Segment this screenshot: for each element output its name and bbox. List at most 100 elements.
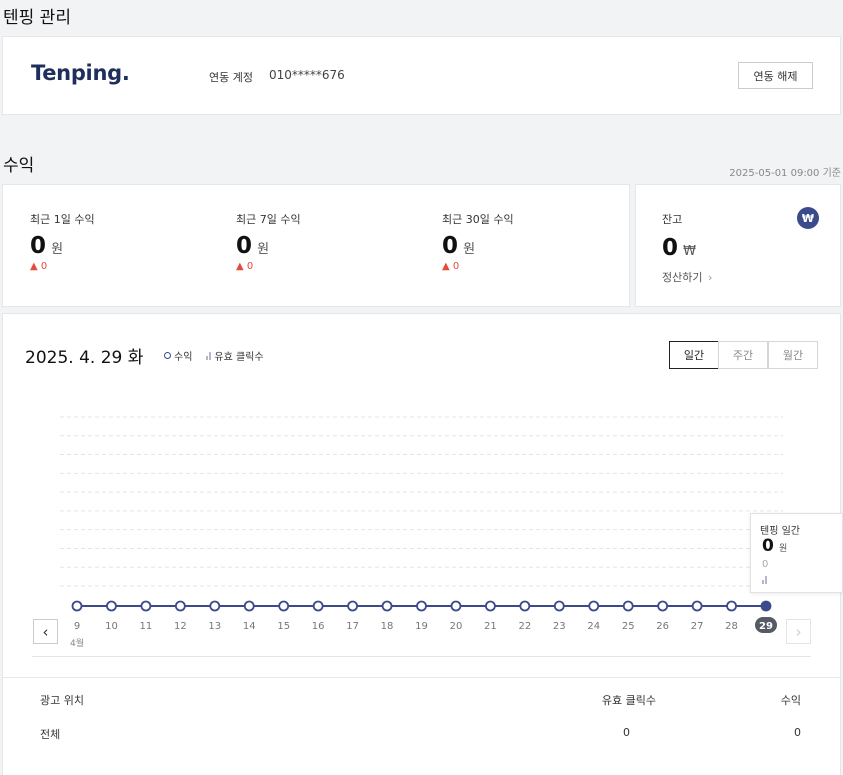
data-point[interactable] [484,600,496,612]
caret-up-icon: ▲ [236,261,244,272]
earnings-timestamp: 2025-05-01 09:00 기준 [729,168,841,179]
x-tick-label: 9 [74,621,80,632]
stat-1day: 최근 1일 수익 0 원 ▲ 0 [30,211,95,272]
x-tick-label: 28 [725,621,738,632]
earnings-title: 수익 [3,156,35,176]
balance-value: 0 [662,235,679,261]
stat-30day: 최근 30일 수익 0 원 ▲ 0 [442,211,514,272]
x-tick-label: 29 [759,621,773,632]
page-title: 텐핑 관리 [3,8,71,28]
chart-date: 2025. 4. 29 화 [25,348,144,368]
cell-clicks: 0 [623,726,630,739]
cell-revenue: 0 [794,726,801,739]
data-point[interactable] [243,600,255,612]
chart-next-button[interactable]: › [786,619,811,644]
stats-card: 최근 1일 수익 0 원 ▲ 0 최근 7일 수익 0 원 ▲ 0 최근 30일… [2,184,630,307]
data-point[interactable] [312,600,324,612]
x-tick-label: 18 [381,621,394,632]
data-point[interactable] [106,600,117,612]
unlink-button[interactable]: 연동 해제 [738,62,813,89]
bar-chart-icon [206,351,212,360]
data-point[interactable] [760,600,772,612]
settle-link[interactable]: 정산하기 › [662,269,712,285]
x-tick-label: 24 [587,621,600,632]
x-tick-label: 13 [208,621,221,632]
table-header-row: 광고 위치 유효 클릭수 수익 [0,692,843,710]
tooltip-value: 0 [762,536,774,556]
x-tick-label: 15 [277,621,290,632]
stat-change: 0 [452,261,460,272]
data-point[interactable] [519,600,531,612]
x-tick-label: 19 [415,621,428,632]
stat-value: 0 [442,233,459,259]
x-month-label: 4월 [70,637,84,649]
data-point[interactable] [622,600,634,612]
tooltip-title: 텐핑 일간 [760,526,800,537]
won-icon: ₩ [797,207,819,229]
legend-revenue: 수익 [174,352,193,363]
data-point[interactable] [381,600,393,612]
x-tick-label: 22 [518,621,531,632]
balance-card: 잔고 ₩ 0 ₩ 정산하기 › [635,184,841,307]
settle-link-label: 정산하기 [662,271,703,284]
stat-change: 0 [40,261,48,272]
x-tick-label: 11 [140,621,153,632]
stat-7day: 최근 7일 수익 0 원 ▲ 0 [236,211,301,272]
x-tick-label: 16 [312,621,325,632]
tab-daily[interactable]: 일간 [669,341,719,369]
table-divider [2,677,841,678]
data-point[interactable] [588,600,600,612]
balance-unit: ₩ [683,244,696,259]
tab-monthly[interactable]: 월간 [768,341,818,369]
stat-label: 최근 1일 수익 [30,213,95,226]
data-point[interactable] [691,600,703,612]
x-tick-label: 10 [105,621,118,632]
stat-unit: 원 [257,242,270,257]
data-point[interactable] [450,600,462,612]
data-point[interactable] [726,600,737,612]
stat-label: 최근 30일 수익 [442,213,514,226]
tooltip-clicks: 0 [762,559,769,570]
chart-prev-button[interactable]: ‹ [33,619,58,644]
stat-unit: 원 [463,242,476,257]
data-point[interactable] [140,600,152,612]
stat-unit: 원 [51,242,64,257]
caret-up-icon: ▲ [442,261,450,272]
chevron-right-icon: › [707,271,713,284]
x-tick-label: 14 [243,621,256,632]
data-point[interactable] [657,600,669,612]
chevron-right-icon: › [795,622,802,641]
chart-divider [32,656,811,657]
stat-change: 0 [246,261,254,272]
legend-clicks: 유효 클릭수 [214,352,264,363]
chevron-left-icon: ‹ [42,622,49,641]
tab-weekly[interactable]: 주간 [718,341,768,369]
column-header-location: 광고 위치 [40,694,84,707]
cell-location: 전체 [40,728,61,741]
stat-label: 최근 7일 수익 [236,213,301,226]
tenping-logo: Tenping. [31,61,130,85]
chart-legend: 수익 유효 클릭수 [164,348,264,363]
x-tick-label: 25 [622,621,635,632]
account-phone: 010*****676 [269,68,345,82]
column-header-clicks: 유효 클릭수 [601,694,656,707]
x-tick-label: 23 [553,621,566,632]
x-tick-label: 17 [346,621,359,632]
x-tick-label: 27 [691,621,704,632]
data-point[interactable] [416,600,427,612]
stat-value: 0 [30,233,47,259]
data-point[interactable] [71,600,83,612]
data-point[interactable] [347,600,359,612]
column-header-revenue: 수익 [780,694,801,707]
x-tick-label: 26 [656,621,669,632]
data-point[interactable] [278,600,290,612]
data-point[interactable] [553,600,565,612]
revenue-legend-icon [164,352,171,359]
caret-up-icon: ▲ [30,261,38,272]
data-point[interactable] [209,600,221,612]
balance-label: 잔고 [662,213,683,226]
account-card: Tenping. 연동 계정 010*****676 연동 해제 [2,36,841,115]
line-chart: 9 10 11 12 13 14 15 16 17 18 19 20 21 22 23 24 25 26 27 28 2… [60,416,783,649]
x-tick-label: 12 [174,621,187,632]
data-point[interactable] [174,600,186,612]
